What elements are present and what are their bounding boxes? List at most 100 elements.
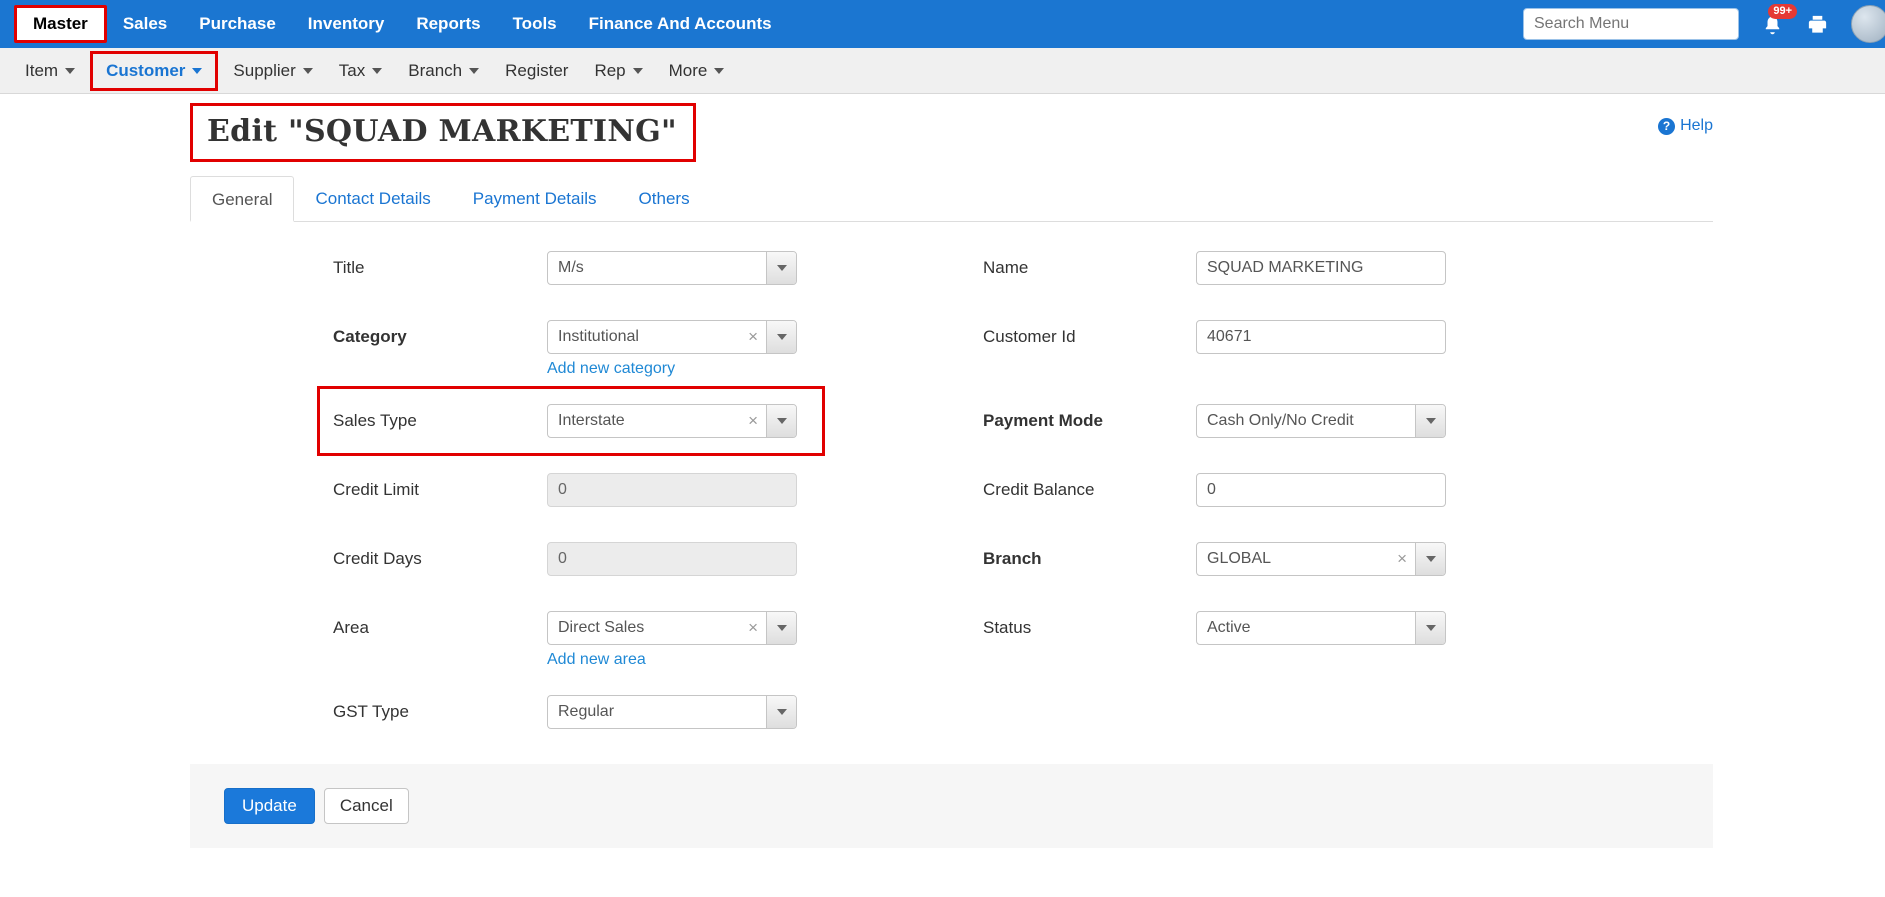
title-select[interactable]: M/s xyxy=(547,251,797,285)
user-avatar[interactable] xyxy=(1851,5,1885,43)
menu-sales[interactable]: Sales xyxy=(107,0,183,48)
menu-reports[interactable]: Reports xyxy=(400,0,496,48)
tab-others[interactable]: Others xyxy=(618,176,711,221)
credit-days-input xyxy=(547,542,797,576)
form-row: Title M/s Name xyxy=(333,251,1713,285)
dropdown-button[interactable] xyxy=(766,612,796,644)
category-select[interactable]: Institutional × xyxy=(547,320,797,354)
chevron-down-icon xyxy=(1426,418,1436,424)
subnav-item-rep[interactable]: Rep xyxy=(581,61,655,81)
chevron-down-icon xyxy=(65,68,75,74)
chevron-down-icon xyxy=(777,334,787,340)
payment-mode-select[interactable]: Cash Only/No Credit xyxy=(1196,404,1446,438)
name-input[interactable] xyxy=(1196,251,1446,285)
name-label: Name xyxy=(983,251,1196,285)
sales-type-label: Sales Type xyxy=(333,404,547,438)
sales-type-select[interactable]: Interstate × xyxy=(547,404,797,438)
branch-select[interactable]: GLOBAL × xyxy=(1196,542,1446,576)
chevron-down-icon xyxy=(1426,556,1436,562)
print-button[interactable] xyxy=(1806,13,1829,36)
chevron-down-icon xyxy=(469,68,479,74)
page-title: Edit "SQUAD MARKETING" xyxy=(207,114,677,149)
branch-select-value: GLOBAL xyxy=(1197,550,1389,568)
branch-label: Branch xyxy=(983,542,1196,576)
menu-purchase[interactable]: Purchase xyxy=(183,0,292,48)
page-header: Edit "SQUAD MARKETING" ? Help xyxy=(190,103,1713,162)
cancel-button[interactable]: Cancel xyxy=(324,788,409,824)
area-select-value: Direct Sales xyxy=(548,619,740,637)
annotation-box-sales-type: Sales Type Interstate × xyxy=(317,386,825,456)
menu-inventory[interactable]: Inventory xyxy=(292,0,401,48)
dropdown-button[interactable] xyxy=(766,321,796,353)
category-select-value: Institutional xyxy=(548,328,740,346)
master-sub-navigation: Item Customer Supplier Tax Branch Regist… xyxy=(0,48,1885,94)
area-select[interactable]: Direct Sales × xyxy=(547,611,797,645)
subnav-item-customer[interactable]: Customer xyxy=(90,51,218,91)
subnav-item-label: More xyxy=(669,61,708,81)
gst-type-select[interactable]: Regular xyxy=(547,695,797,729)
dropdown-button[interactable] xyxy=(766,405,796,437)
update-button[interactable]: Update xyxy=(224,788,315,824)
add-new-area-link[interactable]: Add new area xyxy=(547,651,646,669)
form-row: Sales Type Interstate × Payment Mode Cas… xyxy=(333,404,1713,438)
help-icon: ? xyxy=(1658,118,1675,135)
subnav-item-tax[interactable]: Tax xyxy=(326,61,395,81)
dropdown-button[interactable] xyxy=(766,696,796,728)
clear-icon[interactable]: × xyxy=(740,411,766,431)
subnav-item-label: Item xyxy=(25,61,58,81)
title-label: Title xyxy=(333,251,547,285)
top-navigation-bar: Master Sales Purchase Inventory Reports … xyxy=(0,0,1885,48)
subnav-item-more[interactable]: More xyxy=(656,61,738,81)
chevron-down-icon xyxy=(372,68,382,74)
annotation-box-title: Edit "SQUAD MARKETING" xyxy=(190,103,696,162)
dropdown-button[interactable] xyxy=(1415,543,1445,575)
gst-type-select-value: Regular xyxy=(548,703,766,721)
form-row: Category Institutional × Add new categor… xyxy=(333,320,1713,378)
area-label: Area xyxy=(333,611,547,645)
customer-id-input[interactable] xyxy=(1196,320,1446,354)
help-label: Help xyxy=(1680,117,1713,135)
dropdown-button[interactable] xyxy=(1415,612,1445,644)
chevron-down-icon xyxy=(777,709,787,715)
status-select[interactable]: Active xyxy=(1196,611,1446,645)
title-select-value: M/s xyxy=(548,259,766,277)
gst-type-label: GST Type xyxy=(333,695,547,729)
tab-contact-details[interactable]: Contact Details xyxy=(294,176,451,221)
payment-mode-select-value: Cash Only/No Credit xyxy=(1197,412,1415,430)
subnav-item-label: Register xyxy=(505,61,568,81)
subnav-item-register[interactable]: Register xyxy=(492,61,581,81)
chevron-down-icon xyxy=(714,68,724,74)
notifications-button[interactable]: 99+ xyxy=(1761,13,1784,36)
search-input[interactable] xyxy=(1523,8,1739,40)
tab-general[interactable]: General xyxy=(190,176,294,222)
payment-mode-label: Payment Mode xyxy=(983,404,1196,438)
subnav-item-label: Supplier xyxy=(233,61,295,81)
sales-type-select-value: Interstate xyxy=(548,412,740,430)
tab-payment-details[interactable]: Payment Details xyxy=(452,176,618,221)
subnav-item-item[interactable]: Item xyxy=(12,61,88,81)
menu-master[interactable]: Master xyxy=(14,5,107,43)
subnav-item-supplier[interactable]: Supplier xyxy=(220,61,325,81)
clear-icon[interactable]: × xyxy=(740,327,766,347)
clear-icon[interactable]: × xyxy=(1389,549,1415,569)
clear-icon[interactable]: × xyxy=(740,618,766,638)
help-link[interactable]: ? Help xyxy=(1658,117,1713,135)
dropdown-button[interactable] xyxy=(766,252,796,284)
credit-balance-label: Credit Balance xyxy=(983,473,1196,507)
notification-badge: 99+ xyxy=(1768,4,1797,19)
customer-id-label: Customer Id xyxy=(983,320,1196,354)
dropdown-button[interactable] xyxy=(1415,405,1445,437)
status-label: Status xyxy=(983,611,1196,645)
chevron-down-icon xyxy=(303,68,313,74)
menu-finance-and-accounts[interactable]: Finance And Accounts xyxy=(573,0,788,48)
subnav-item-label: Rep xyxy=(594,61,625,81)
top-menu: Master Sales Purchase Inventory Reports … xyxy=(0,0,788,48)
chevron-down-icon xyxy=(633,68,643,74)
chevron-down-icon xyxy=(777,625,787,631)
credit-balance-input[interactable] xyxy=(1196,473,1446,507)
add-new-category-link[interactable]: Add new category xyxy=(547,360,675,378)
subnav-item-branch[interactable]: Branch xyxy=(395,61,492,81)
form-footer: Update Cancel xyxy=(190,764,1713,848)
chevron-down-icon xyxy=(777,418,787,424)
menu-tools[interactable]: Tools xyxy=(497,0,573,48)
